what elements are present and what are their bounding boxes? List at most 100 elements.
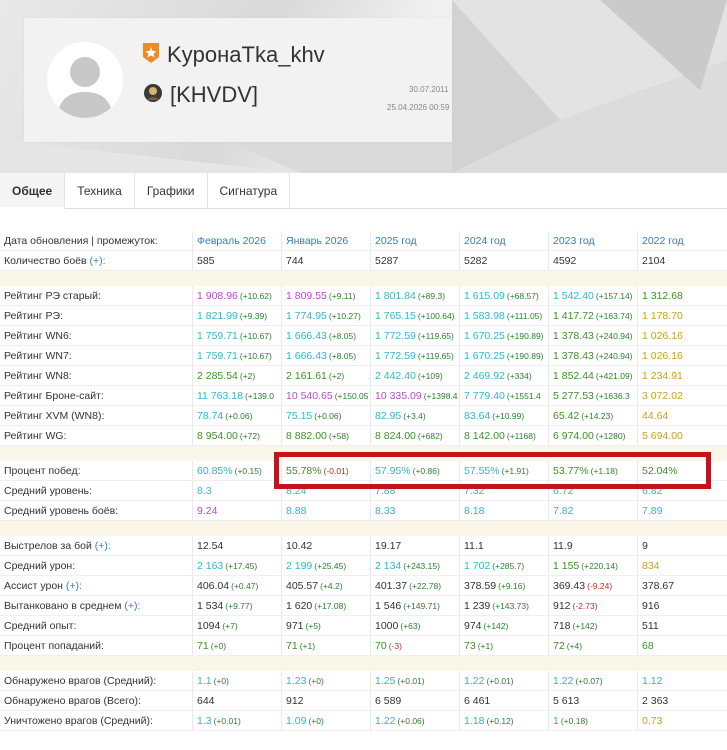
tab-general[interactable]: Общее xyxy=(0,173,66,209)
value-cell: 1 670.25 (+190.89) xyxy=(460,346,549,365)
cell-delta: (+100.64) xyxy=(417,311,455,321)
row-label-text: Обнаружено врагов (Всего): xyxy=(4,695,141,707)
cell-delta: (+2) xyxy=(239,371,256,381)
cell-value: 1 852.44 xyxy=(553,370,594,382)
cell-value: 974 xyxy=(464,620,482,632)
cell-delta: (+0.12) xyxy=(486,716,514,726)
value-cell: 405.57 (+4.2) xyxy=(282,576,371,595)
cell-delta: (+0.01) xyxy=(213,716,241,726)
cell-delta: (+89.3) xyxy=(417,291,446,301)
cell-delta: (+243.15) xyxy=(403,561,440,571)
cell-value: 68 xyxy=(642,640,654,652)
clan-tag[interactable]: [KHVDV] xyxy=(170,82,258,108)
expand-plus-link[interactable]: (+): xyxy=(92,540,111,552)
cell-delta: (+9.77) xyxy=(225,601,253,611)
cell-delta: (+2) xyxy=(328,371,345,381)
row-label-text: Рейтинг WN7: xyxy=(4,350,72,362)
value-cell: 7.32 xyxy=(460,481,549,500)
table-header-row: Дата обновления | промежуток: Февраль 20… xyxy=(0,231,727,251)
header-col-feb-2026[interactable]: Февраль 2026 xyxy=(193,231,282,250)
value-cell: 6.82 xyxy=(638,481,727,500)
header-col-2023[interactable]: 2023 год xyxy=(549,231,638,250)
cell-delta: (+1.18) xyxy=(590,466,618,476)
profile-card: KypoнaTka_khv [KHVDV] 30.07.2011 25.04.2… xyxy=(24,18,452,142)
tab-bar: Общее Техника Графики Сигнатура xyxy=(0,173,727,209)
value-cell: 644 xyxy=(193,691,282,710)
cell-delta: (+25.45) xyxy=(314,561,347,571)
table-row: Средний урон: 2 163 (+17.45) 2 199 (+25.45) 2… xyxy=(0,556,727,576)
tab-vehicles[interactable]: Техника xyxy=(65,173,135,209)
expand-plus-link[interactable]: (+): xyxy=(121,600,140,612)
tab-signature[interactable]: Сигнатура xyxy=(208,173,291,209)
cell-delta: (+63) xyxy=(400,621,421,631)
value-cell: 1 759.71 (+10.67) xyxy=(193,326,282,345)
cell-value: 834 xyxy=(642,560,660,572)
cell-value: 6.72 xyxy=(553,485,574,497)
cell-value: 1 908.96 xyxy=(197,290,238,302)
cell-value: 7.88 xyxy=(375,485,396,497)
cell-value: 72 xyxy=(553,640,565,652)
cell-value: 1.22 xyxy=(553,675,574,687)
row-label-text: Средний урон: xyxy=(4,560,76,572)
cell-value: 1 234.91 xyxy=(642,370,683,382)
value-cell: 2 442.40 (+109) xyxy=(371,366,460,385)
cell-value: 52.04% xyxy=(642,465,678,477)
row-label: Обнаружено врагов (Всего): xyxy=(0,691,193,710)
cell-value: 1 xyxy=(553,715,559,727)
cell-delta: (+17.08) xyxy=(314,601,347,611)
registration-date: 30.07.2011 xyxy=(409,85,449,94)
cell-value: 1 546 xyxy=(375,600,402,612)
header-col-2022[interactable]: 2022 год xyxy=(638,231,727,250)
expand-plus-link[interactable]: (+): xyxy=(87,255,105,267)
cell-value: 53.77% xyxy=(553,465,589,477)
cell-delta: (+1) xyxy=(477,641,494,651)
value-cell: 718 (+142) xyxy=(549,616,638,635)
row-label: Процент попаданий: xyxy=(0,636,193,655)
value-cell: 1.23 (+0) xyxy=(282,671,371,690)
cell-value: 71 xyxy=(197,640,209,652)
cell-value: 4592 xyxy=(553,255,577,267)
value-cell: 12.54 xyxy=(193,536,282,555)
row-label-text: Выстрелов за бой xyxy=(4,540,92,552)
cell-delta: (+0) xyxy=(308,716,324,726)
cell-value: 10.42 xyxy=(286,540,313,552)
cell-value: 718 xyxy=(553,620,571,632)
cell-value: 2 134 xyxy=(375,560,402,572)
clan-emblem-icon[interactable] xyxy=(142,81,164,109)
value-cell: 834 xyxy=(638,556,727,575)
header-col-2024[interactable]: 2024 год xyxy=(460,231,549,250)
header-col-jan-2026[interactable]: Январь 2026 xyxy=(282,231,371,250)
value-cell: 974 (+142) xyxy=(460,616,549,635)
player-nickname[interactable]: KypoнaTka_khv xyxy=(167,42,325,68)
value-cell: 1.12 xyxy=(638,671,727,690)
value-cell: 19.17 xyxy=(371,536,460,555)
cell-value: 511 xyxy=(642,620,659,632)
cell-delta: (+1168) xyxy=(506,431,536,441)
value-cell: 1 542.40 (+157.14) xyxy=(549,286,638,305)
table-row: Выстрелов за бой (+): 12.54 10.42 19.17 11.1… xyxy=(0,536,727,556)
cell-value: 11 763.18 xyxy=(197,390,243,402)
row-label-text: Процент попаданий: xyxy=(4,640,104,652)
cell-value: 0.73 xyxy=(642,715,663,727)
cell-value: 378.67 xyxy=(642,580,675,592)
cell-value: 1 026.16 xyxy=(642,350,683,362)
header-col-2025[interactable]: 2025 год xyxy=(371,231,460,250)
row-label: Рейтинг WN8: xyxy=(0,366,193,385)
tab-charts[interactable]: Графики xyxy=(135,173,208,209)
value-cell: 2 469.92 (+334) xyxy=(460,366,549,385)
cell-value: 8.3 xyxy=(197,485,212,497)
row-label: Рейтинг РЭ старый: xyxy=(0,286,193,305)
value-cell: 916 xyxy=(638,596,727,615)
value-cell: 1 026.16 xyxy=(638,326,727,345)
table-row: Средний уровень боёв: 9.24 8.88 8.33 8.18 7.8… xyxy=(0,501,727,521)
cell-value: 5 613 xyxy=(553,695,580,707)
value-cell: 72 (+4) xyxy=(549,636,638,655)
expand-plus-link[interactable]: (+): xyxy=(63,580,82,592)
cell-delta: (+0.06) xyxy=(314,411,342,421)
cell-delta: (+0.06) xyxy=(225,411,253,421)
value-cell: 11.9 xyxy=(549,536,638,555)
group-separator xyxy=(0,271,727,286)
cell-value: 5287 xyxy=(375,255,399,267)
row-label-text: Процент побед: xyxy=(4,465,81,477)
cell-delta: (+9.39) xyxy=(239,311,268,321)
